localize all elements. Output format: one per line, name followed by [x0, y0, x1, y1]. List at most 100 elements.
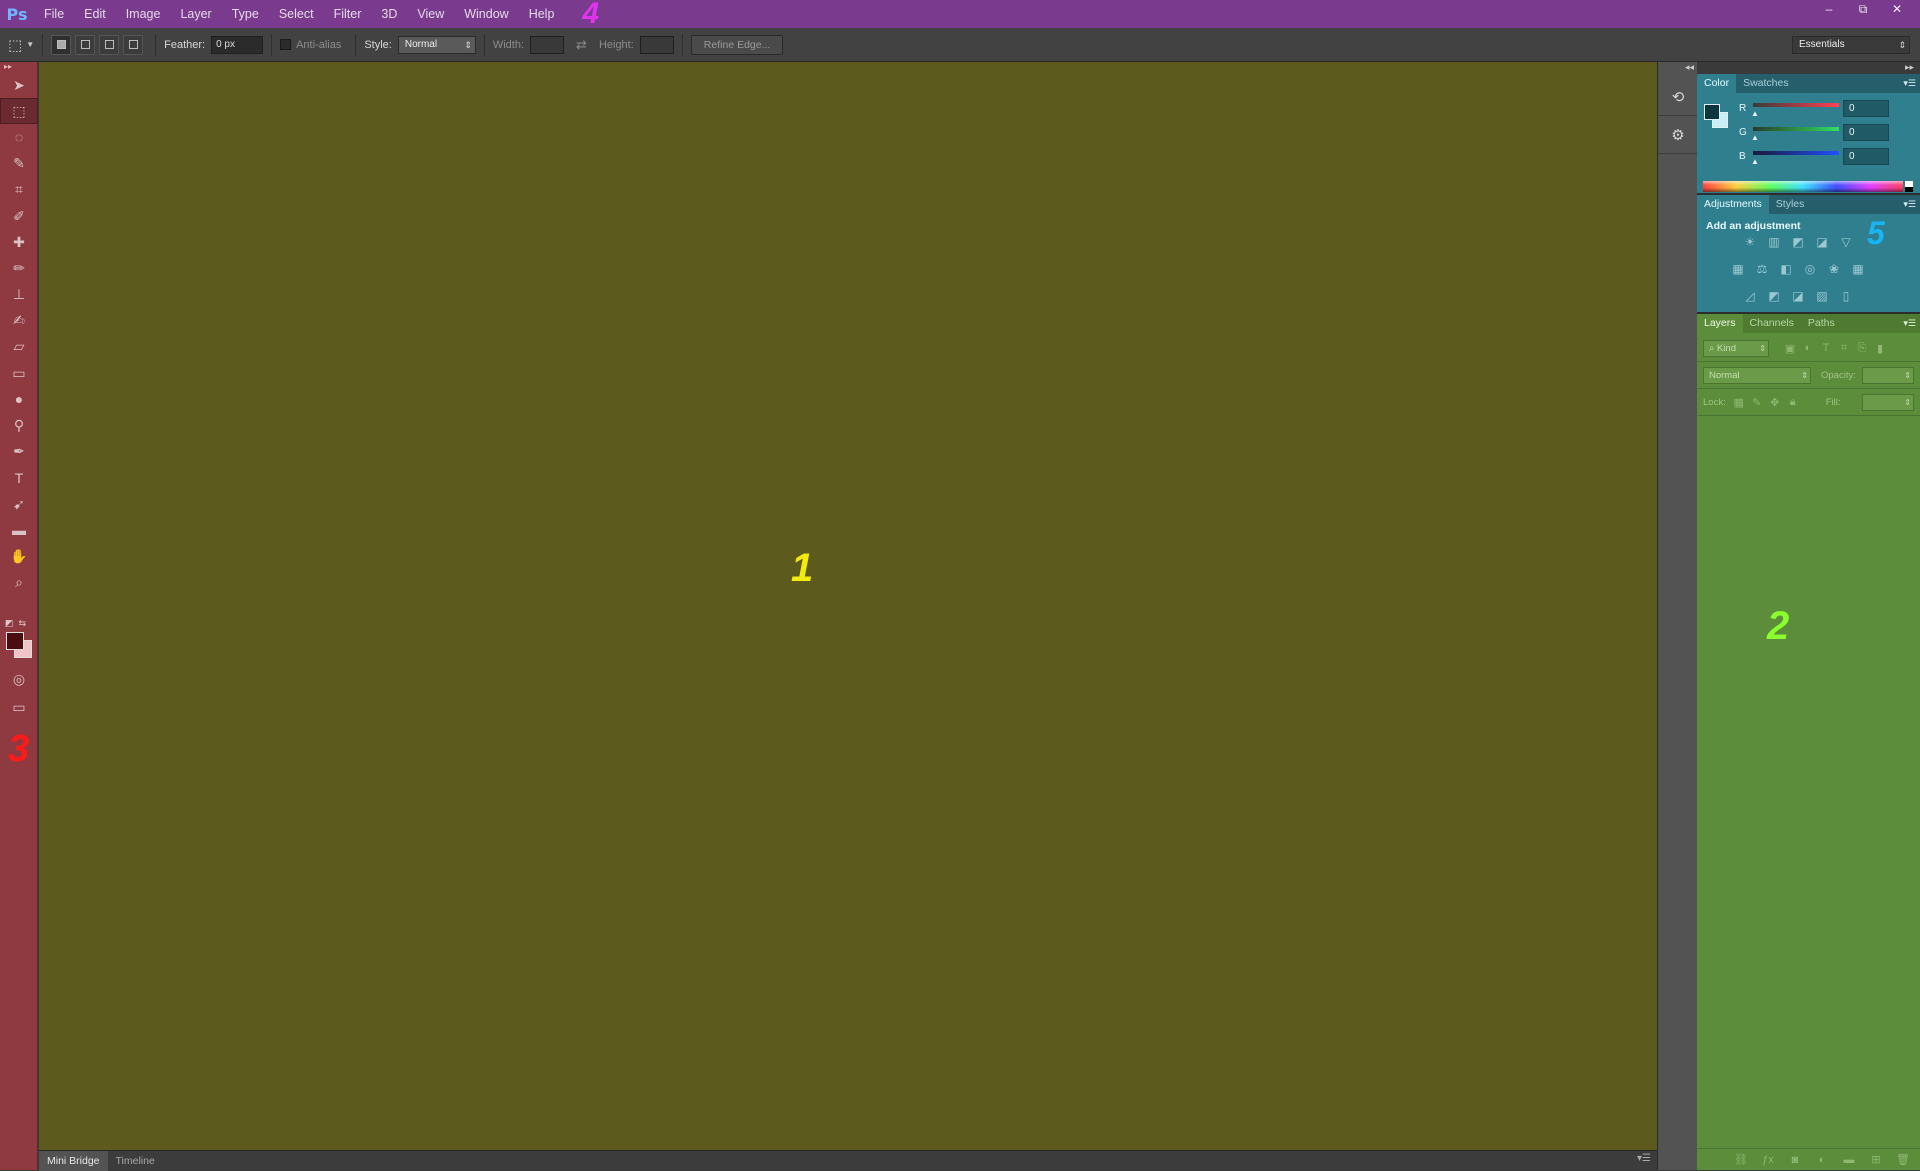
lock-position-icon[interactable]: ✥ [1766, 393, 1784, 411]
lock-image-pixels-icon[interactable]: ✎ [1748, 393, 1766, 411]
adjustment-icon[interactable]: ◩ [1765, 287, 1783, 305]
gradient-tool-icon[interactable]: ▭ [0, 360, 38, 386]
tab-timeline[interactable]: Timeline [108, 1151, 163, 1171]
layer-filter-select[interactable]: ⌕ Kind [1703, 339, 1769, 357]
adjustment-icon[interactable]: ◪ [1813, 233, 1831, 251]
healing-brush-tool-icon[interactable]: ✚ [0, 229, 38, 255]
tab-styles[interactable]: Styles [1769, 195, 1812, 214]
adjustment-icon[interactable]: ◧ [1777, 260, 1795, 278]
adjustment-icon[interactable]: ◩ [1789, 233, 1807, 251]
type-layer-filter-icon[interactable]: T [1817, 339, 1835, 357]
crop-tool-icon[interactable]: ⌗ [0, 177, 38, 203]
channel-slider[interactable] [1753, 151, 1839, 155]
channel-slider[interactable] [1753, 127, 1839, 131]
pen-tool-icon[interactable]: ✒ [0, 439, 38, 465]
menu-window[interactable]: Window [454, 0, 518, 28]
type-tool-icon[interactable]: T [0, 465, 38, 491]
eyedropper-tool-icon[interactable]: ✐ [0, 203, 38, 229]
toolbar-collapse-icon[interactable]: ▸▸ [0, 62, 37, 72]
anti-alias-checkbox[interactable] [280, 39, 292, 50]
smart-object-filter-icon[interactable]: ⎘ [1853, 339, 1871, 357]
restore-button[interactable]: ⧉ [1848, 0, 1878, 18]
subtract-from-selection-button[interactable] [99, 34, 120, 55]
blur-tool-icon[interactable]: ● [0, 386, 38, 412]
tab-adjustments[interactable]: Adjustments [1697, 195, 1769, 214]
path-selection-tool-icon[interactable]: ➹ [0, 491, 38, 517]
tab-channels[interactable]: Channels [1743, 314, 1801, 333]
panels-collapse-icon[interactable]: ▸▸ [1697, 62, 1920, 74]
add-mask-icon[interactable]: ◙ [1786, 1151, 1804, 1169]
menu-type[interactable]: Type [222, 0, 269, 28]
screen-mode-icon[interactable]: ▭ [0, 694, 38, 720]
workspace-switcher[interactable]: Essentials [1792, 36, 1910, 54]
shape-layer-filter-icon[interactable]: ⌗ [1835, 339, 1853, 357]
hand-tool-icon[interactable]: ✋ [0, 543, 38, 569]
adjustment-icon[interactable]: ◪ [1789, 287, 1807, 305]
menu-file[interactable]: File [34, 0, 74, 28]
foreground-color-swatch[interactable] [6, 632, 24, 650]
new-layer-icon[interactable]: ⊞ [1867, 1151, 1885, 1169]
eraser-tool-icon[interactable]: ▱ [0, 334, 38, 360]
feather-input[interactable]: 0 px [211, 35, 264, 54]
dock-collapse-icon[interactable]: ◂◂ [1658, 62, 1697, 74]
marquee-tool-icon[interactable]: ⬚ [0, 98, 38, 125]
height-input[interactable] [639, 35, 674, 54]
adjustment-icon[interactable]: ❀ [1825, 260, 1843, 278]
zoom-tool-icon[interactable]: ⌕ [0, 570, 38, 596]
channel-value-input[interactable]: 0 [1843, 100, 1889, 117]
intersect-selection-button[interactable] [123, 34, 144, 55]
channel-slider[interactable] [1753, 103, 1839, 107]
clone-stamp-tool-icon[interactable]: ⊥ [0, 282, 38, 308]
adjustment-icon[interactable]: ▦ [1849, 260, 1867, 278]
panel-menu-icon[interactable]: ▾☰ [1903, 318, 1916, 329]
tab-paths[interactable]: Paths [1801, 314, 1842, 333]
color-spectrum-bar[interactable] [1703, 181, 1903, 192]
channel-value-input[interactable]: 0 [1843, 148, 1889, 165]
new-selection-button[interactable] [51, 34, 72, 55]
panel-menu-icon[interactable]: ▾☰ [1637, 1153, 1651, 1164]
swap-dimensions-icon[interactable]: ⇄ [576, 37, 587, 53]
opacity-input[interactable] [1862, 366, 1914, 384]
menu-help[interactable]: Help [519, 0, 565, 28]
panel-menu-icon[interactable]: ▾☰ [1903, 78, 1916, 89]
properties-panel-icon[interactable]: ⚙ [1658, 116, 1698, 154]
adjustment-icon[interactable]: ⚖ [1753, 260, 1771, 278]
fill-input[interactable] [1862, 393, 1914, 411]
tab-color[interactable]: Color [1697, 74, 1737, 93]
lock-transparency-icon[interactable]: ▦ [1730, 393, 1748, 411]
tab-swatches[interactable]: Swatches [1736, 74, 1796, 93]
quick-selection-tool-icon[interactable]: ✎ [0, 151, 38, 177]
link-layers-icon[interactable]: ⛓ [1732, 1151, 1750, 1169]
adjustment-icon[interactable]: ☀ [1741, 233, 1759, 251]
blend-mode-select[interactable]: Normal [1703, 366, 1811, 384]
minimize-button[interactable]: – [1814, 0, 1844, 18]
quick-mask-icon[interactable]: ◎ [0, 666, 38, 692]
adjustment-icon[interactable]: ▦ [1729, 260, 1747, 278]
adjustment-icon[interactable]: ▽ [1837, 233, 1855, 251]
adjustment-icon[interactable]: ▯ [1837, 287, 1855, 305]
menu-image[interactable]: Image [116, 0, 171, 28]
dodge-tool-icon[interactable]: ⚲ [0, 412, 38, 438]
width-input[interactable] [530, 35, 565, 54]
tab-mini-bridge[interactable]: Mini Bridge [39, 1150, 108, 1171]
history-panel-icon[interactable]: ⟲ [1658, 78, 1698, 116]
pixel-layer-filter-icon[interactable]: ▣ [1781, 339, 1799, 357]
slider-thumb-icon[interactable]: ▲ [1751, 109, 1759, 118]
history-brush-tool-icon[interactable]: ✍ [0, 308, 38, 334]
new-adjustment-layer-icon[interactable]: ◐ [1813, 1151, 1831, 1169]
document-workspace[interactable]: 1 [39, 62, 1657, 1150]
close-button[interactable]: ✕ [1882, 0, 1912, 18]
add-to-selection-button[interactable] [75, 34, 96, 55]
new-group-icon[interactable]: ▬ [1840, 1151, 1858, 1169]
tab-layers[interactable]: Layers [1697, 314, 1743, 333]
menu-layer[interactable]: Layer [170, 0, 221, 28]
tool-preset-picker[interactable]: ⬚ ▼ [8, 36, 34, 54]
brush-tool-icon[interactable]: ✏ [0, 255, 38, 281]
adjustment-layer-filter-icon[interactable]: ◐ [1799, 339, 1817, 357]
menu-view[interactable]: View [407, 0, 454, 28]
adjustment-icon[interactable]: ▨ [1813, 287, 1831, 305]
filter-toggle-icon[interactable]: ▮ [1871, 339, 1889, 357]
adjustment-icon[interactable]: ◿ [1741, 287, 1759, 305]
layer-style-icon[interactable]: ƒx [1759, 1151, 1777, 1169]
move-tool-icon[interactable]: ➤ [0, 72, 38, 98]
